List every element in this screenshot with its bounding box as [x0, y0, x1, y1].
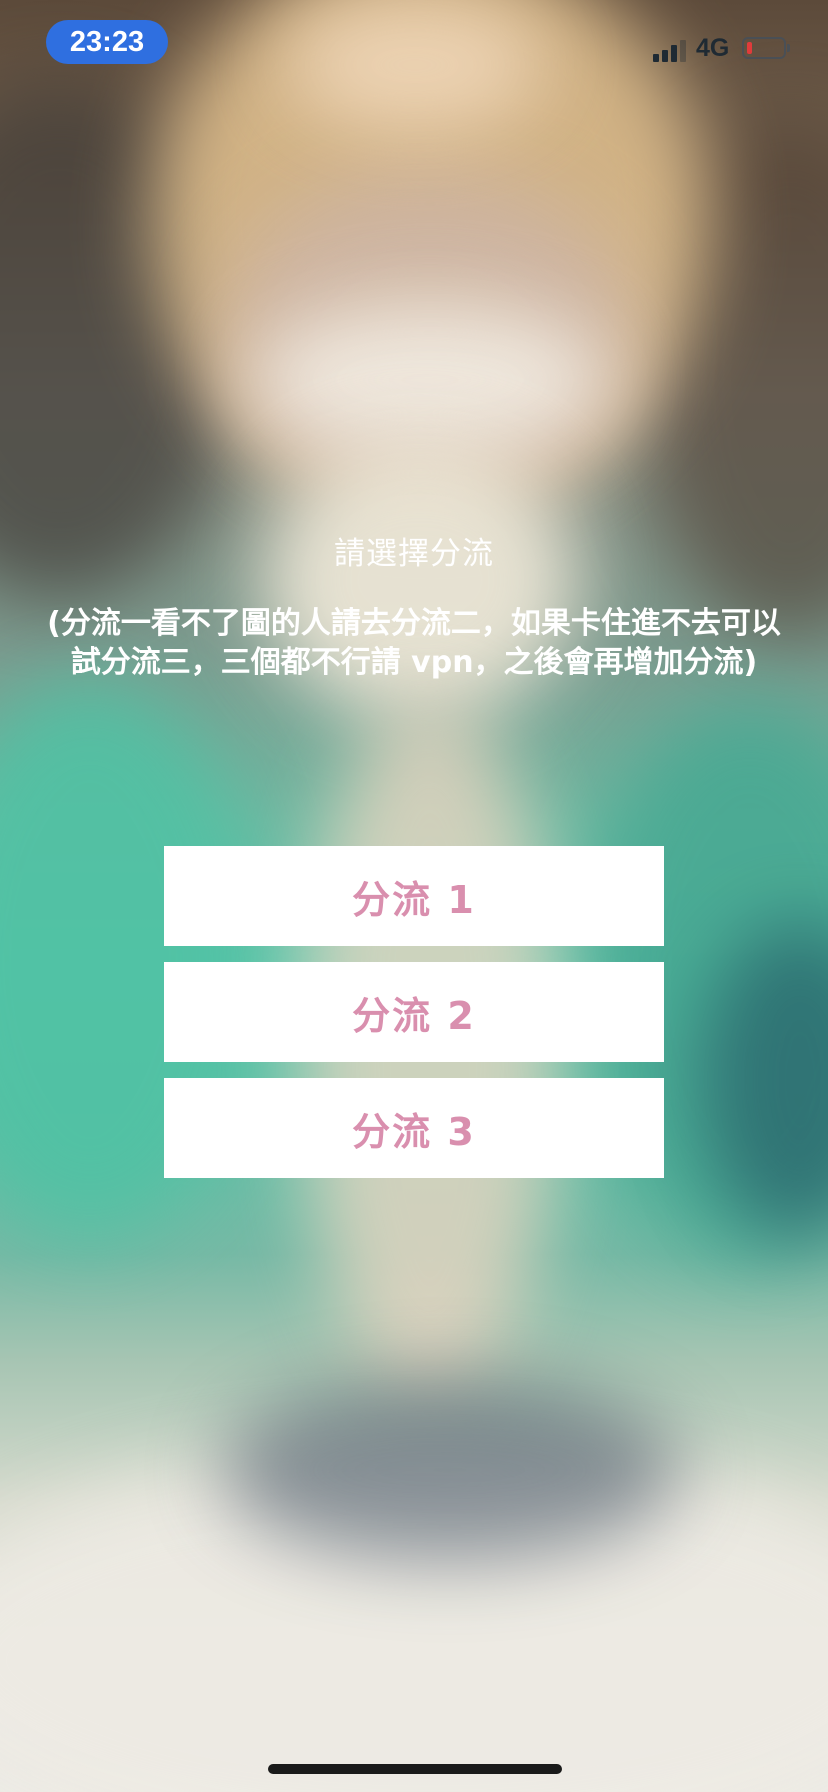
route-notice-text: (分流一看不了圖的人請去分流二，如果卡住進不去可以試分流三，三個都不行請 vpn… [47, 606, 781, 680]
page-title: 請選擇分流 [334, 536, 494, 572]
route-3-button[interactable]: 分流 3 [164, 1078, 664, 1178]
route-button-list: 分流 1 分流 2 分流 3 [164, 846, 664, 1194]
status-time: 23:23 [46, 20, 168, 64]
route-2-button[interactable]: 分流 2 [164, 962, 664, 1062]
network-type: 4G [696, 34, 730, 62]
cellular-signal-icon [653, 40, 689, 62]
battery-icon [742, 37, 786, 59]
status-bar: 23:23 4G [0, 0, 828, 90]
route-1-button[interactable]: 分流 1 [164, 846, 664, 946]
home-indicator[interactable] [268, 1764, 562, 1774]
battery-cap [787, 44, 790, 52]
